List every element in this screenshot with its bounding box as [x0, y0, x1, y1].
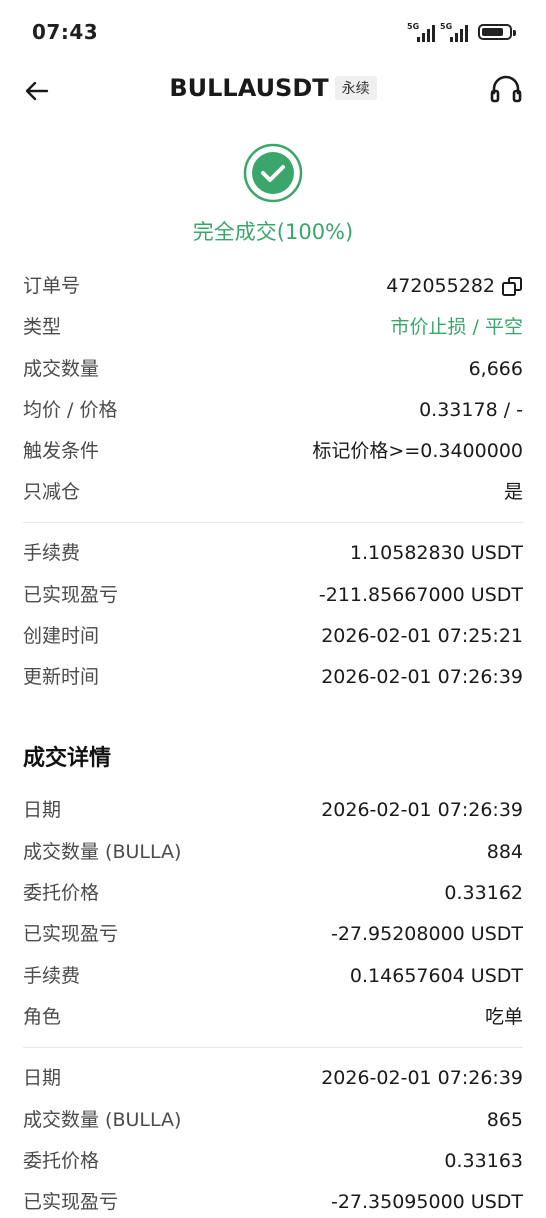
row-value: 市价止损 / 平空 — [390, 316, 523, 338]
avg-price-row: 均价 / 价格 0.33178 / - — [23, 394, 523, 426]
copy-icon[interactable] — [501, 276, 523, 298]
row-label: 委托价格 — [23, 1150, 100, 1172]
row-label: 订单号 — [23, 275, 81, 297]
order-type-row: 类型 市价止损 / 平空 — [23, 311, 523, 343]
order-id-value: 472055282 — [386, 275, 495, 297]
row-value: -27.95208000 USDT — [330, 923, 523, 945]
row-value: 1.10582830 USDT — [349, 542, 523, 564]
row-label: 更新时间 — [23, 666, 100, 688]
row-label: 委托价格 — [23, 882, 100, 904]
row-label: 角色 — [23, 1006, 62, 1028]
row-label: 只减仓 — [23, 481, 81, 503]
battery-icon — [478, 24, 516, 40]
status-time: 07:43 — [32, 20, 99, 44]
divider — [23, 1047, 523, 1048]
row-label: 均价 / 价格 — [23, 399, 118, 421]
row-value: -27.35095000 USDT — [330, 1191, 523, 1213]
row-label: 日期 — [23, 1067, 62, 1089]
row-value: 865 — [486, 1109, 523, 1131]
trade-pnl-row: 已实现盈亏 -27.35095000 USDT — [23, 1186, 523, 1218]
row-label: 成交数量 — [23, 358, 100, 380]
row-label: 手续费 — [23, 542, 81, 564]
row-value: 2026-02-01 07:26:39 — [321, 666, 523, 688]
row-value: -211.85667000 USDT — [318, 584, 523, 606]
row-label: 成交数量 (BULLA) — [23, 841, 182, 863]
trade-date-row: 日期 2026-02-01 07:26:39 — [23, 794, 523, 826]
headset-icon — [490, 75, 522, 103]
signal-5g-icon-2: 5G — [440, 22, 470, 42]
row-label: 已实现盈亏 — [23, 584, 119, 606]
trigger-condition-row: 触发条件 标记价格>=0.3400000 — [23, 435, 523, 467]
row-label: 已实现盈亏 — [23, 923, 119, 945]
row-value: 2026-02-01 07:25:21 — [321, 625, 523, 647]
row-label: 日期 — [23, 799, 62, 821]
nav-title-group: BULLAUSDT 永续 — [0, 74, 546, 102]
filled-qty-row: 成交数量 6,666 — [23, 353, 523, 385]
row-value: 吃单 — [484, 1006, 523, 1028]
updated-time-row: 更新时间 2026-02-01 07:26:39 — [23, 661, 523, 693]
trade-role-row: 角色 吃单 — [23, 1001, 523, 1033]
row-value: 6,666 — [468, 358, 523, 380]
created-time-row: 创建时间 2026-02-01 07:25:21 — [23, 620, 523, 652]
support-button[interactable] — [488, 72, 524, 108]
trade-pnl-row: 已实现盈亏 -27.95208000 USDT — [23, 918, 523, 950]
trade-qty-row: 成交数量 (BULLA) 884 — [23, 836, 523, 868]
row-label: 成交数量 (BULLA) — [23, 1109, 182, 1131]
row-value: 0.14657604 USDT — [349, 965, 523, 987]
top-nav: BULLAUSDT 永续 — [0, 66, 546, 114]
check-circle-icon — [243, 143, 303, 203]
row-value: 0.33162 — [444, 882, 523, 904]
contract-type-badge: 永续 — [334, 76, 377, 100]
row-value: 0.33178 / - — [419, 399, 523, 421]
fill-status-text: 完全成交(100%) — [192, 220, 354, 244]
page-title: BULLAUSDT — [169, 74, 329, 102]
row-value: 标记价格>=0.3400000 — [312, 440, 523, 462]
row-value: 472055282 — [386, 270, 523, 302]
divider — [23, 522, 523, 523]
row-value: 884 — [486, 841, 523, 863]
row-value: 0.33163 — [444, 1150, 523, 1172]
trade-price-row: 委托价格 0.33162 — [23, 877, 523, 909]
status-bar: 07:43 5G 5G — [0, 0, 546, 66]
row-label: 触发条件 — [23, 440, 100, 462]
signal-5g-icon: 5G — [407, 22, 437, 42]
trade-date-row: 日期 2026-02-01 07:26:39 — [23, 1062, 523, 1094]
row-value: 2026-02-01 07:26:39 — [321, 799, 523, 821]
trade-qty-row: 成交数量 (BULLA) 865 — [23, 1104, 523, 1136]
row-label: 已实现盈亏 — [23, 1191, 119, 1213]
row-value: 2026-02-01 07:26:39 — [321, 1067, 523, 1089]
row-label: 类型 — [23, 316, 62, 338]
trade-price-row: 委托价格 0.33163 — [23, 1145, 523, 1177]
trade-fee-row: 手续费 0.14657604 USDT — [23, 960, 523, 992]
order-id-row: 订单号 472055282 — [23, 270, 523, 302]
fee-row: 手续费 1.10582830 USDT — [23, 537, 523, 569]
row-value: 是 — [503, 481, 523, 503]
row-label: 手续费 — [23, 965, 81, 987]
realized-pnl-row: 已实现盈亏 -211.85667000 USDT — [23, 579, 523, 611]
row-label: 创建时间 — [23, 625, 100, 647]
trade-details-title: 成交详情 — [23, 746, 112, 771]
order-status: 完全成交(100%) — [0, 142, 546, 246]
reduce-only-row: 只减仓 是 — [23, 476, 523, 508]
